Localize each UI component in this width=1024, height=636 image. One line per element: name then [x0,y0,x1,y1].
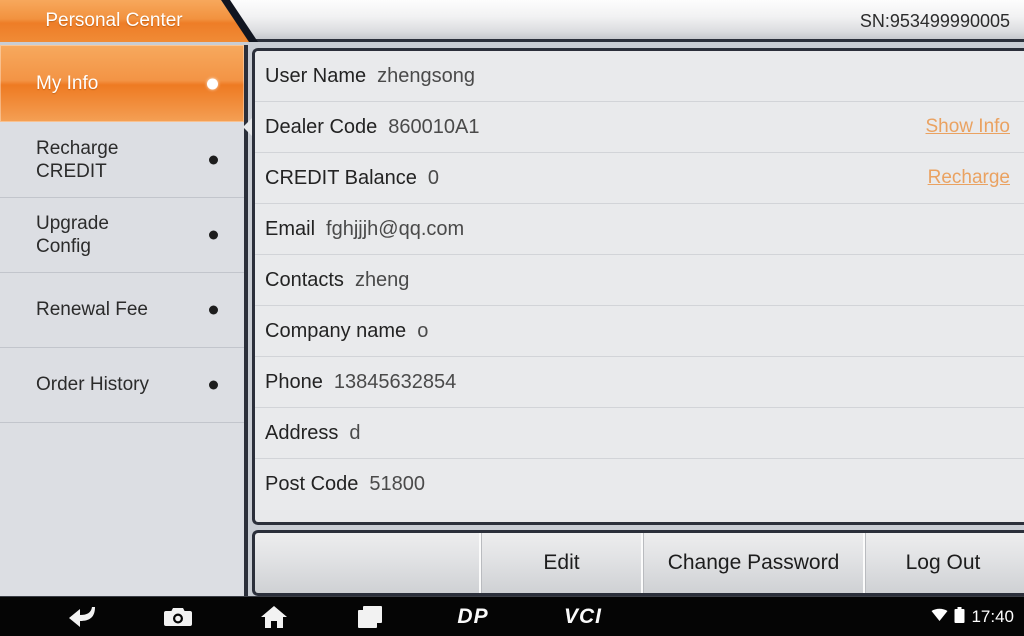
sidebar-item-renewal-fee[interactable]: Renewal Fee [0,273,244,348]
bullet-dot-icon [209,305,218,315]
status-tray: 17:40 [931,597,1014,636]
info-label: CREDIT Balance [265,166,417,189]
info-row-contacts: Contacts zheng [255,255,1024,306]
info-value: 860010A1 [388,115,480,138]
sidebar-item-recharge-credit[interactable]: Recharge CREDIT [0,123,244,198]
button-bar-spacer [255,533,481,593]
info-label: Dealer Code [265,115,378,138]
bullet-dot-icon [207,78,218,89]
info-label: Phone [265,370,323,393]
android-navigation-bar: DP VCI 17:40 [0,596,1024,636]
serial-number-label: SN:953499990005 [859,10,1010,31]
recharge-link[interactable]: Recharge [928,167,1010,189]
info-row-address: Address d [255,408,1024,459]
info-row-post-code: Post Code 51800 [255,459,1024,510]
top-bar: Personal Center SN:953499990005 [0,0,1024,42]
log-out-button[interactable]: Log Out [865,533,1020,593]
tab-personal-center[interactable]: Personal Center [0,0,250,42]
bullet-dot-icon [209,230,218,240]
sidebar-item-upgrade-config[interactable]: Upgrade Config [0,198,244,273]
vci-status-label[interactable]: VCI [528,605,638,629]
selection-pointer-icon [243,118,252,136]
info-row-email: Email fghjjjh@qq.com [255,204,1024,255]
info-panel: User Name zhengsong Dealer Code 860010A1… [252,48,1024,525]
wifi-icon [931,607,948,627]
bullet-dot-icon [209,155,218,165]
info-value: d [349,421,361,444]
info-value: zhengsong [377,64,476,87]
home-icon[interactable] [226,605,322,629]
info-value: zheng [354,268,410,291]
sidebar-item-my-info[interactable]: My Info [0,45,244,123]
sidebar-item-order-history-label: Order History [36,374,149,396]
info-value: 0 [427,166,440,189]
action-button-bar: Edit Change Password Log Out [252,530,1024,596]
sidebar-item-upgrade-config-label: Upgrade Config [36,212,109,257]
info-row-user-name: User Name zhengsong [255,51,1024,102]
sidebar-item-renewal-fee-label: Renewal Fee [36,299,148,321]
info-label: Post Code [265,473,359,495]
info-label: User Name [265,64,367,87]
battery-icon [954,606,965,628]
info-row-credit-balance: CREDIT Balance 0 Recharge [255,153,1024,204]
info-value: 13845632854 [333,370,457,393]
info-value: 51800 [369,473,426,495]
dp-logo-icon[interactable]: DP [418,605,528,629]
sidebar-empty-area [0,423,244,575]
info-label: Company name [265,319,407,342]
change-password-button[interactable]: Change Password [643,533,865,593]
info-row-company-name: Company name o [255,306,1024,357]
info-row-phone: Phone 13845632854 [255,357,1024,408]
tab-personal-center-label: Personal Center [45,10,183,31]
info-row-dealer-code: Dealer Code 860010A1 Show Info [255,102,1024,153]
camera-icon[interactable] [130,606,226,628]
show-info-link[interactable]: Show Info [926,116,1011,138]
info-label: Address [265,421,339,444]
info-label: Contacts [265,268,344,291]
sidebar: My Info Recharge CREDIT Upgrade Config R… [0,45,248,596]
bullet-dot-icon [209,380,218,390]
tablet-screen: Personal Center SN:953499990005 My Info … [0,0,1024,636]
info-value: o [417,319,429,342]
sidebar-item-recharge-credit-label: Recharge CREDIT [36,137,119,182]
edit-button[interactable]: Edit [481,533,643,593]
sidebar-item-my-info-label: My Info [36,72,99,94]
info-label: Email [265,217,316,240]
back-icon[interactable] [34,606,130,628]
recent-apps-icon[interactable] [322,605,418,629]
sidebar-item-order-history[interactable]: Order History [0,348,244,423]
info-value: fghjjjh@qq.com [326,217,465,240]
clock-label: 17:40 [971,607,1014,626]
